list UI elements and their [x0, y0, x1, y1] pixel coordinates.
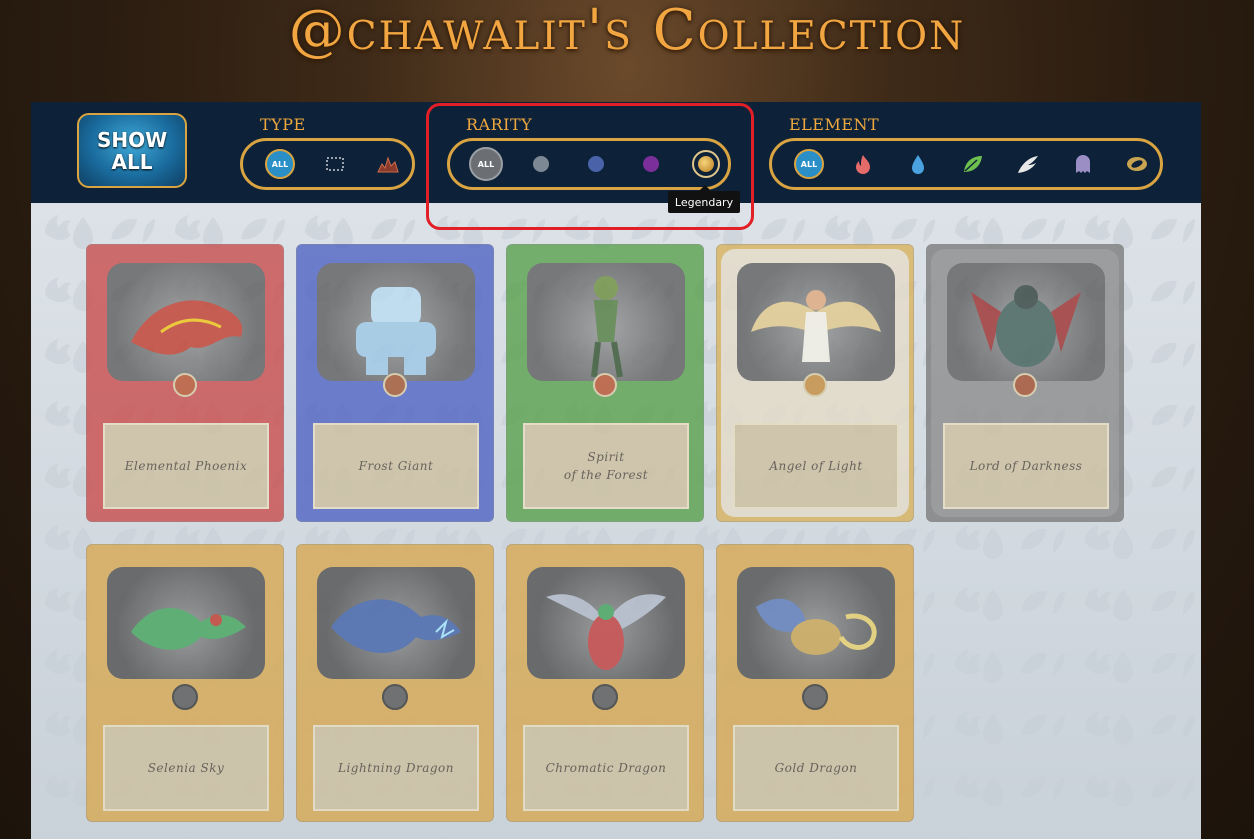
card-art [107, 567, 265, 679]
element-label: ELEMENT [789, 115, 880, 134]
life-filter-button[interactable] [1016, 153, 1040, 175]
monster-burst-icon [377, 156, 399, 173]
show-all-button[interactable]: SHOW ALL [77, 113, 187, 188]
lightning-dragon-creature-icon [331, 599, 461, 654]
show-all-label: SHOW ALL [97, 127, 168, 174]
dark-lord-creature-icon [971, 284, 1081, 367]
card-lightning-dragon[interactable]: Lightning Dragon [296, 544, 494, 822]
card-art [947, 263, 1105, 381]
card-name: Chromatic Dragon [523, 725, 689, 811]
rarity-highlight-box [426, 103, 754, 230]
card-art [737, 263, 895, 381]
card-element-orb [593, 373, 617, 397]
angel-creature-icon [751, 289, 881, 362]
card-lord-of-darkness[interactable]: Lord of Darkness [926, 244, 1124, 522]
card-frost-giant[interactable]: Frost Giant [296, 244, 494, 522]
card-art [737, 567, 895, 679]
ghost-icon [1076, 155, 1090, 173]
type-all-label: ALL [265, 149, 295, 179]
card-name: Elemental Phoenix [103, 423, 269, 509]
card-name: Lightning Dragon [313, 725, 479, 811]
card-name: Frost Giant [313, 423, 479, 509]
dragon-egg-icon [1127, 157, 1147, 171]
page-title: @chawalit's Collection [288, 0, 966, 63]
card-art [317, 567, 475, 679]
card-name: Selenia Sky [103, 725, 269, 811]
card-spirit-of-the-forest[interactable]: Spirit of the Forest [506, 244, 704, 522]
fire-filter-button[interactable] [852, 153, 874, 175]
summoner-filter-button[interactable] [325, 156, 345, 172]
card-name: Gold Dragon [733, 725, 899, 811]
gold-dragon-creature-icon [756, 599, 877, 656]
element-filter-group: ALL [769, 138, 1163, 190]
fire-icon [856, 155, 870, 174]
monster-filter-button[interactable] [376, 154, 400, 174]
card-selenia-sky[interactable]: Selenia Sky [86, 544, 284, 822]
card-element-orb [173, 373, 197, 397]
type-filter-group: ALL [240, 138, 415, 190]
card-name: Spirit of the Forest [523, 423, 689, 509]
dragon-filter-button[interactable] [1125, 153, 1149, 175]
type-label: TYPE [260, 115, 306, 134]
card-neutral-orb [802, 684, 828, 710]
wing-icon [1018, 156, 1038, 173]
summoner-frame-icon [326, 157, 344, 171]
card-element-orb [803, 373, 827, 397]
earth-filter-button[interactable] [961, 153, 985, 175]
element-all-label: ALL [794, 149, 824, 179]
chromatic-dragon-creature-icon [546, 594, 666, 671]
death-filter-button[interactable] [1073, 153, 1093, 175]
type-all-button[interactable]: ALL [265, 149, 295, 179]
water-filter-button[interactable] [909, 153, 927, 175]
card-name: Angel of Light [733, 423, 899, 509]
card-gold-dragon[interactable]: Gold Dragon [716, 544, 914, 822]
card-art [107, 263, 265, 381]
forest-spirit-creature-icon [591, 275, 623, 378]
card-element-orb [383, 373, 407, 397]
card-element-orb [1013, 373, 1037, 397]
card-angel-of-light[interactable]: Angel of Light [716, 244, 914, 522]
leaf-icon [964, 156, 982, 172]
card-art [527, 567, 685, 679]
card-neutral-orb [172, 684, 198, 710]
card-neutral-orb [382, 684, 408, 710]
card-elemental-phoenix[interactable]: Elemental Phoenix [86, 244, 284, 522]
card-art [317, 263, 475, 381]
selenia-dragon-creature-icon [131, 608, 246, 651]
card-name: Lord of Darkness [943, 423, 1109, 509]
frost-giant-creature-icon [356, 286, 436, 375]
phoenix-creature-icon [131, 300, 243, 355]
card-art [527, 263, 685, 381]
card-neutral-orb [592, 684, 618, 710]
element-all-button[interactable]: ALL [794, 149, 824, 179]
water-drop-icon [912, 155, 924, 174]
card-chromatic-dragon[interactable]: Chromatic Dragon [506, 544, 704, 822]
